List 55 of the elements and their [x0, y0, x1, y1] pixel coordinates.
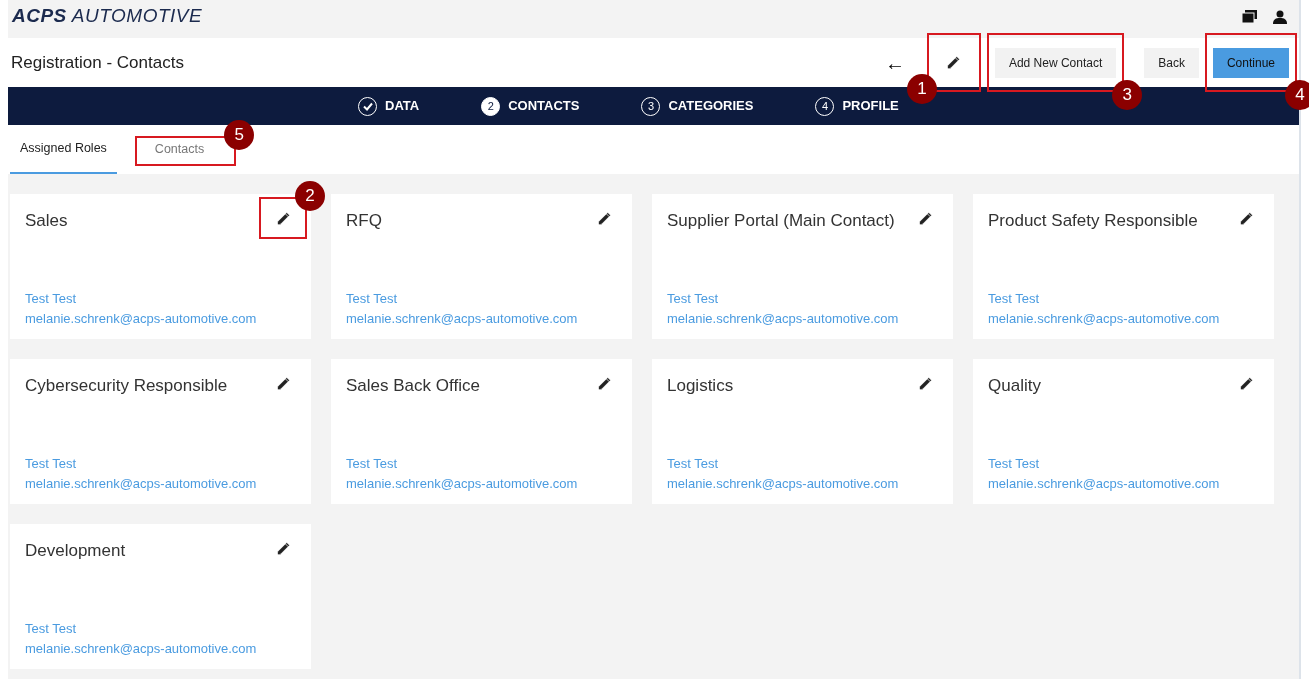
tab[interactable]: Contacts: [136, 137, 223, 164]
step-label[interactable]: CATEGORIES: [668, 96, 754, 116]
user-icon[interactable]: [1273, 10, 1287, 24]
page-title: Registration - Contacts: [11, 51, 184, 74]
role-title: Quality: [988, 375, 1041, 397]
edit-icon[interactable]: [596, 375, 612, 391]
contact-name-link[interactable]: Test Test: [667, 289, 939, 309]
contact-name-link[interactable]: Test Test: [25, 619, 297, 639]
role-title: Cybersecurity Responsible: [25, 375, 228, 397]
role-title: Supplier Portal (Main Contact): [667, 210, 895, 232]
role-title: Sales Back Office: [346, 375, 480, 397]
contact-name-link[interactable]: Test Test: [346, 454, 618, 474]
continue-button[interactable]: Continue: [1212, 47, 1289, 78]
role-title: RFQ: [346, 210, 382, 232]
email-link[interactable]: melanie.schrenk@acps-automotive.com: [988, 474, 1260, 494]
add-contact-button[interactable]: Add New Contact: [994, 47, 1117, 78]
contact-name-link[interactable]: Test Test: [988, 454, 1260, 474]
callout-number: 1: [906, 74, 937, 104]
callout-number: 2: [295, 181, 325, 211]
logo: ACPS AUTOMOTIVE: [12, 6, 203, 25]
role-title: Development: [25, 540, 126, 562]
email-link[interactable]: melanie.schrenk@acps-automotive.com: [667, 309, 939, 329]
edit-icon[interactable]: [917, 210, 933, 226]
step-number: 2: [481, 96, 501, 116]
contact-name-link[interactable]: Test Test: [25, 454, 297, 474]
callout-number: 3: [1112, 80, 1143, 110]
edit-icon[interactable]: [275, 540, 291, 556]
contact-name-link[interactable]: Test Test: [346, 289, 618, 309]
step-label[interactable]: CONTACTS: [508, 96, 580, 116]
step-label[interactable]: PROFILE: [842, 96, 899, 116]
email-link[interactable]: melanie.schrenk@acps-automotive.com: [25, 474, 297, 494]
edit-icon[interactable]: [275, 210, 291, 226]
contact-name-link[interactable]: Test Test: [667, 454, 939, 474]
role-title: Sales: [25, 210, 68, 232]
windows-icon[interactable]: [1242, 10, 1257, 24]
role-title: Product Safety Responsible: [988, 210, 1198, 232]
email-link[interactable]: melanie.schrenk@acps-automotive.com: [346, 474, 618, 494]
callout-number: 4: [1285, 80, 1309, 110]
edit-icon[interactable]: [917, 375, 933, 391]
edit-icon[interactable]: [1238, 375, 1254, 391]
edit-icon[interactable]: [1238, 210, 1254, 226]
step-label[interactable]: DATA: [385, 96, 420, 116]
email-link[interactable]: melanie.schrenk@acps-automotive.com: [25, 639, 297, 659]
role-title: Logistics: [667, 375, 734, 397]
tab[interactable]: Assigned Roles: [10, 125, 117, 174]
email-link[interactable]: melanie.schrenk@acps-automotive.com: [667, 474, 939, 494]
contact-name-link[interactable]: Test Test: [988, 289, 1260, 309]
back-button[interactable]: Back: [1144, 47, 1199, 78]
edit-icon[interactable]: [596, 210, 612, 226]
email-link[interactable]: melanie.schrenk@acps-automotive.com: [25, 309, 297, 329]
email-link[interactable]: melanie.schrenk@acps-automotive.com: [346, 309, 618, 329]
edit-icon[interactable]: [946, 55, 962, 70]
contact-name-link[interactable]: Test Test: [25, 289, 297, 309]
edit-icon[interactable]: [275, 375, 291, 391]
email-link[interactable]: melanie.schrenk@acps-automotive.com: [988, 309, 1260, 329]
